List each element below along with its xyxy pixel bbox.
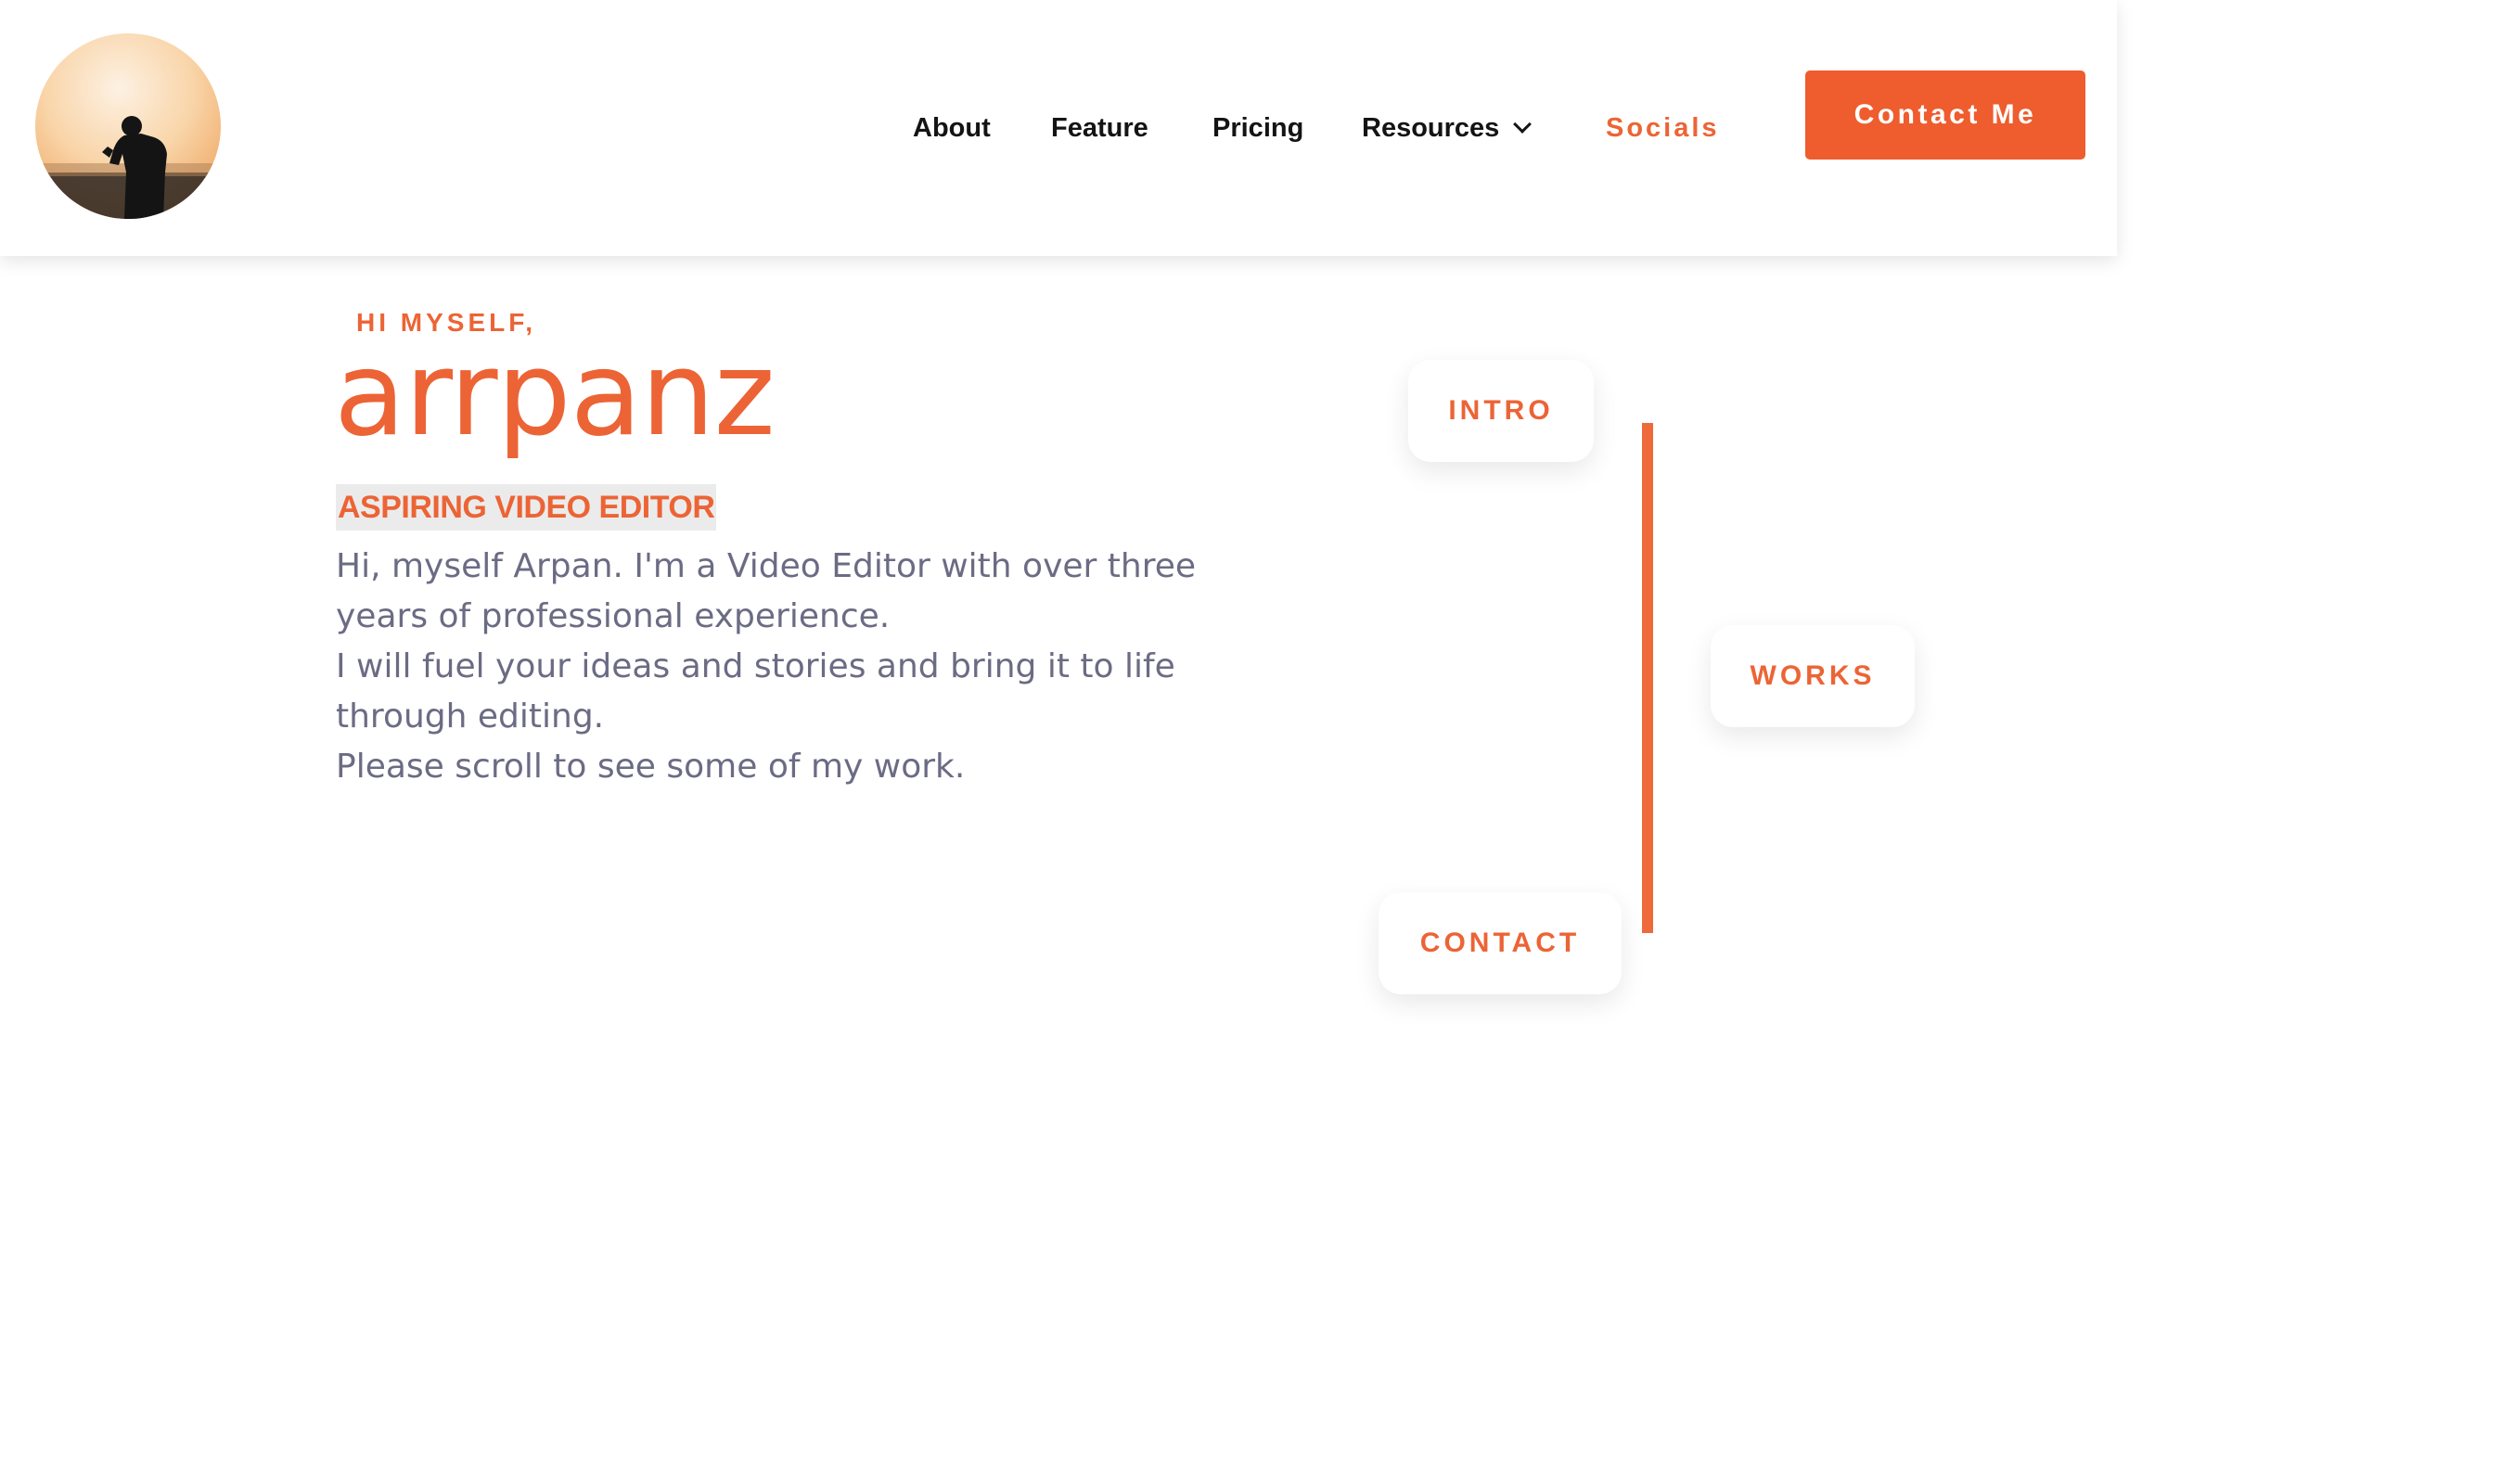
bio-line: Hi, myself Arpan. I'm a Video Editor wit… [336, 547, 1196, 635]
chevron-down-icon [1513, 115, 1533, 134]
nav-feature[interactable]: Feature [1051, 109, 1148, 147]
nav-pricing[interactable]: Pricing [1212, 109, 1303, 147]
site-header: About Feature Pricing Resources Socials … [0, 0, 2117, 256]
timeline-line [1642, 423, 1653, 933]
timeline-contact-button[interactable]: CONTACT [1379, 892, 1622, 994]
nav-about[interactable]: About [913, 109, 991, 147]
role-tag: ASPIRING VIDEO EDITOR [336, 484, 717, 531]
nav-socials[interactable]: Socials [1606, 109, 1720, 147]
avatar[interactable] [35, 33, 221, 219]
hero-name: arrpanz [334, 326, 776, 462]
timeline-intro-button[interactable]: INTRO [1408, 360, 1594, 462]
nav-resources[interactable]: Resources [1362, 109, 1533, 147]
person-silhouette-icon [35, 116, 221, 219]
bio-line: Please scroll to see some of my work. [336, 748, 966, 786]
timeline-works-button[interactable]: WORKS [1711, 625, 1915, 727]
hero-bio: Hi, myself Arpan. I'm a Video Editor wit… [336, 542, 1245, 792]
bio-line: I will fuel your ideas and stories and b… [336, 647, 1175, 736]
contact-me-button[interactable]: Contact Me [1805, 70, 2085, 160]
nav-resources-label: Resources [1362, 113, 1500, 143]
